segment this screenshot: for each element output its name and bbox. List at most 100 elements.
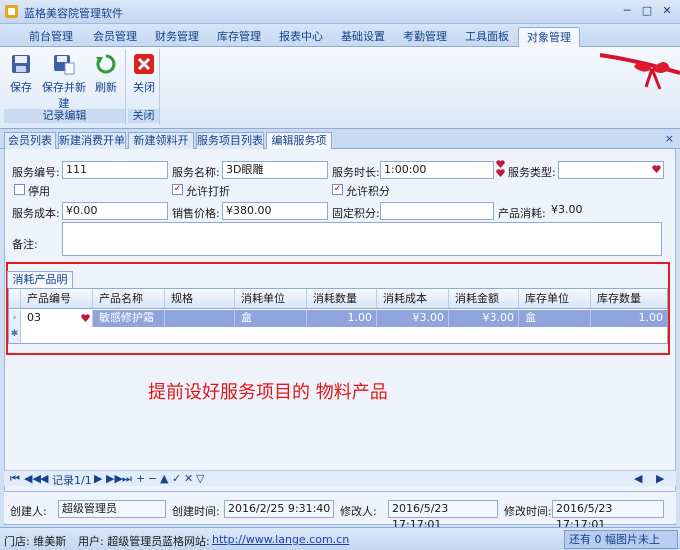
nav-filter-icon[interactable]: ▽ <box>196 472 204 485</box>
menu-reports[interactable]: 报表中心 <box>272 27 330 47</box>
fixed-points-label: 固定积分: <box>332 207 380 220</box>
created-time-label: 创建时间: <box>172 505 220 518</box>
modified-time-label: 修改时间: <box>504 505 552 518</box>
ribbon-bow-decoration-icon <box>600 53 680 90</box>
tab-new-material-order[interactable]: 新建领料开单 <box>128 132 194 162</box>
nav-next-page-icon[interactable]: ▶▶ <box>106 472 123 485</box>
nav-add-icon[interactable]: + <box>136 472 145 485</box>
cell-consume-qty[interactable]: 1.00 <box>307 310 377 327</box>
modifier-label: 修改人: <box>340 505 377 518</box>
service-duration-input[interactable]: 1:00:00 <box>380 161 494 179</box>
nav-confirm-icon[interactable]: ✓ <box>172 472 181 485</box>
scroll-left-icon[interactable]: ◀ <box>634 472 642 485</box>
nav-first-icon[interactable]: ⏮ <box>10 472 20 486</box>
cell-consume-unit[interactable]: 盒 <box>235 310 307 327</box>
tab-consumed-products[interactable]: 消耗产品明细 <box>7 271 73 301</box>
nav-prev-page-icon[interactable]: ◀◀ <box>24 472 41 485</box>
save-button[interactable]: 保存 <box>6 53 36 95</box>
creator-label: 创建人: <box>10 505 47 518</box>
save-and-new-button[interactable]: 保存并新建 <box>38 53 90 111</box>
cell-consume-amount[interactable]: ¥3.00 <box>449 310 519 327</box>
nav-last-icon[interactable]: ⏭ <box>122 472 132 486</box>
allow-points-checkbox[interactable]: ✓ <box>332 184 343 195</box>
duration-spin-down-icon[interactable] <box>496 169 505 178</box>
service-cost-label: 服务成本: <box>12 207 60 220</box>
app-logo-icon <box>5 5 18 18</box>
fixed-points-input[interactable] <box>380 202 494 220</box>
refresh-button[interactable]: 刷新 <box>92 53 120 95</box>
title-bar: 蓝格美容院管理软件 ─ □ ✕ <box>0 0 680 24</box>
menu-attendance[interactable]: 考勤管理 <box>396 27 454 47</box>
new-row[interactable]: ✱ <box>9 327 667 343</box>
disabled-checkbox[interactable] <box>14 184 25 195</box>
tab-close-icon[interactable]: × <box>665 132 674 145</box>
tab-service-list[interactable]: 服务项目列表 <box>196 132 264 149</box>
tab-member-list[interactable]: 会员列表 <box>4 132 56 149</box>
minimize-button[interactable]: ─ <box>618 3 636 20</box>
menu-object-management[interactable]: 对象管理 <box>518 27 580 47</box>
col-consume-qty[interactable]: 消耗数量 <box>307 289 377 308</box>
remark-textarea[interactable] <box>62 222 662 256</box>
document-tabs: 会员列表 新建消费开单 新建领料开单 服务项目列表 编辑服务项目 × <box>0 129 680 162</box>
service-type-dropdown-icon[interactable] <box>652 165 661 174</box>
close-window-button[interactable]: ✕ <box>658 3 676 20</box>
cell-stock-unit[interactable]: 盒 <box>519 310 591 327</box>
col-consume-amount[interactable]: 消耗金额 <box>449 289 519 308</box>
allow-discount-checkbox[interactable]: ✓ <box>172 184 183 195</box>
site-link[interactable]: http://www.lange.com.cn <box>212 533 349 546</box>
nav-delete-icon[interactable]: − <box>148 472 157 485</box>
col-consume-unit[interactable]: 消耗单位 <box>235 289 307 308</box>
col-product-code[interactable]: 产品编号 <box>21 289 93 308</box>
nav-prev-icon[interactable]: ◀ <box>40 472 48 485</box>
tab-edit-service[interactable]: 编辑服务项目 <box>266 132 332 162</box>
tab-new-consumption-order[interactable]: 新建消费开单 <box>58 132 126 149</box>
nav-edit-icon[interactable]: ▲ <box>160 472 168 485</box>
product-code-dropdown-icon[interactable] <box>81 314 90 323</box>
scroll-right-icon[interactable]: ▶ <box>656 472 664 485</box>
product-consume-label: 产品消耗: <box>498 207 546 220</box>
service-type-select[interactable] <box>558 161 664 179</box>
record-navigator: ⏮ ◀◀ ◀ 记录1/1 ▶ ▶▶ ⏭ + − ▲ ✓ ✕ ▽ ◀ ▶ <box>4 470 676 487</box>
menu-front-desk[interactable]: 前台管理 <box>22 27 80 47</box>
nav-next-icon[interactable]: ▶ <box>94 472 102 485</box>
window-title: 蓝格美容院管理软件 <box>24 7 123 20</box>
service-name-input[interactable]: 3D眼雕 <box>222 161 328 179</box>
sale-price-label: 销售价格: <box>172 207 220 220</box>
grid-corner <box>9 289 21 308</box>
menu-tools[interactable]: 工具面板 <box>458 27 516 47</box>
save-new-icon <box>54 55 75 75</box>
menu-basic-settings[interactable]: 基础设置 <box>334 27 392 47</box>
upload-status[interactable]: 还有 0 幅图片未上传。 <box>564 530 678 549</box>
nav-cancel-icon[interactable]: ✕ <box>184 472 193 485</box>
service-cost-input[interactable]: ¥0.00 <box>62 202 168 220</box>
service-code-label: 服务编号: <box>12 166 60 179</box>
cell-stock-qty[interactable]: 1.00 <box>591 310 667 327</box>
product-consume-value: ¥3.00 <box>551 203 583 216</box>
col-stock-unit[interactable]: 库存单位 <box>519 289 591 308</box>
save-icon <box>12 55 30 73</box>
col-product-name[interactable]: 产品名称 <box>93 289 165 308</box>
status-site-link[interactable]: http://www.lange.com.cn <box>212 533 349 546</box>
ribbon-group-close: 关闭 关闭 <box>128 49 160 125</box>
sale-price-input[interactable]: ¥380.00 <box>222 202 328 220</box>
duration-spin-up-icon[interactable] <box>496 160 505 169</box>
cell-product-name[interactable]: 敏感修护霜 <box>93 310 165 327</box>
table-row[interactable]: › 03 敏感修护霜 盒 1.00 ¥3.00 ¥3.00 盒 1.00 <box>9 310 667 327</box>
status-site-label: 蓝格网站: <box>162 535 210 548</box>
menu-finance[interactable]: 财务管理 <box>148 27 206 47</box>
consumed-products-grid: 产品编号 产品名称 规格 消耗单位 消耗数量 消耗成本 消耗金额 库存单位 库存… <box>8 288 668 344</box>
close-button[interactable]: 关闭 <box>130 53 158 95</box>
group-label-record: 记录编辑 <box>4 109 125 123</box>
maximize-button[interactable]: □ <box>638 3 656 20</box>
service-duration-label: 服务时长: <box>332 166 380 179</box>
service-code-input[interactable]: 111 <box>62 161 168 179</box>
cell-consume-cost[interactable]: ¥3.00 <box>377 310 449 327</box>
creator-value: 超级管理员 <box>58 500 166 518</box>
col-stock-qty[interactable]: 库存数量 <box>591 289 667 308</box>
menu-inventory[interactable]: 库存管理 <box>210 27 268 47</box>
main-menu: 前台管理 会员管理 财务管理 库存管理 报表中心 基础设置 考勤管理 工具面板 … <box>0 24 680 47</box>
col-spec[interactable]: 规格 <box>165 289 235 308</box>
menu-members[interactable]: 会员管理 <box>86 27 144 47</box>
col-consume-cost[interactable]: 消耗成本 <box>377 289 449 308</box>
cell-spec[interactable] <box>165 310 235 327</box>
